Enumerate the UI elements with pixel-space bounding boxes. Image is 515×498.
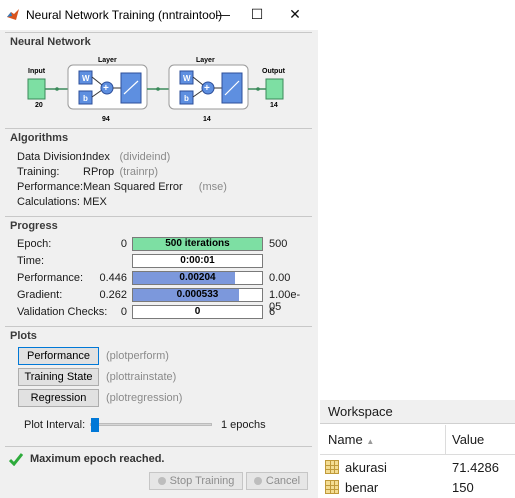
progress-label: Time: xyxy=(17,255,45,267)
progress-value: 0 xyxy=(194,306,201,317)
maximize-button[interactable]: ☐ xyxy=(246,4,268,24)
status-message: Maximum epoch reached. xyxy=(30,453,165,465)
progress-title: Progress xyxy=(10,220,58,232)
algorithm-label: Training: xyxy=(17,166,60,178)
network-diagram: Input 20 Layer W b + 94 Layer W b + 14 O… xyxy=(27,57,286,123)
cancel-button[interactable]: Cancel xyxy=(246,472,308,490)
progress-value: 0.000533 xyxy=(176,289,219,300)
variable-value: 150 xyxy=(452,480,474,495)
plot-interval-label: Plot Interval: xyxy=(24,419,86,431)
column-value-header[interactable]: Value xyxy=(446,425,515,455)
layer1-size: 94 xyxy=(102,116,110,123)
neural-network-title: Neural Network xyxy=(10,36,91,48)
layer2-size: 14 xyxy=(203,116,211,123)
svg-text:b: b xyxy=(83,94,88,103)
sort-ascending-icon: ▲ xyxy=(366,437,375,446)
variable-icon xyxy=(325,460,339,474)
workspace-panel: Workspace Name ▲ Value akurasi 71.4286 b… xyxy=(320,400,515,498)
output-block xyxy=(265,78,284,100)
progress-min: 0.446 xyxy=(99,272,127,284)
progress-min: 0.262 xyxy=(99,289,127,301)
algorithm-note: (divideind) xyxy=(119,151,171,163)
plot-interval-value: 1 epochs xyxy=(221,419,266,431)
status-area: Maximum epoch reached. Stop Training Can… xyxy=(5,446,312,498)
stop-icon xyxy=(157,477,166,485)
title-bar: Neural Network Training (nntraintool) — … xyxy=(0,0,318,30)
plot-training-state-button[interactable]: Training State xyxy=(18,368,99,386)
plot-interval-thumb[interactable] xyxy=(91,418,99,432)
input-label: Input xyxy=(28,68,46,75)
progress-bar: 500 iterations xyxy=(132,237,263,251)
minimize-button[interactable]: — xyxy=(212,4,234,24)
matlab-logo-icon xyxy=(7,9,19,20)
progress-min: 0 xyxy=(120,306,127,318)
algorithm-value: Mean Squared Error xyxy=(83,181,183,193)
progress-value: 0:00:01 xyxy=(180,255,215,266)
variable-value: 71.4286 xyxy=(452,460,499,475)
algorithms-panel: Algorithms Data Division: Index (divideind… xyxy=(5,128,312,214)
plot-interval-slider[interactable] xyxy=(90,418,212,432)
progress-max: 0.00 xyxy=(269,272,291,284)
column-name-header[interactable]: Name ▲ xyxy=(320,425,446,455)
cancel-label: Cancel xyxy=(265,475,301,487)
variable-name: akurasi xyxy=(345,460,387,475)
progress-value: 500 iterations xyxy=(165,238,230,249)
algorithm-label: Data Division: xyxy=(17,151,85,163)
nntraintool-window: Neural Network Training (nntraintool) — … xyxy=(0,0,318,498)
algorithm-value: Index xyxy=(83,151,110,163)
svg-text:W: W xyxy=(183,74,191,83)
progress-label: Gradient: xyxy=(17,289,63,301)
layer1-label: Layer xyxy=(98,57,117,64)
progress-label: Performance: xyxy=(17,272,84,284)
algorithm-label: Performance: xyxy=(17,181,84,193)
plots-panel: Plots Performance (plotperform) Training… xyxy=(5,326,312,444)
input-size: 20 xyxy=(35,102,43,109)
plot-performance-note: (plotperform) xyxy=(106,350,169,362)
workspace-row[interactable]: benar 150 xyxy=(320,478,515,498)
algorithm-value: RProp xyxy=(83,166,115,178)
stop-training-label: Stop Training xyxy=(169,475,235,487)
stop-training-button[interactable]: Stop Training xyxy=(149,472,243,490)
svg-text:+: + xyxy=(103,83,109,94)
plot-performance-button[interactable]: Performance xyxy=(18,347,99,365)
output-size: 14 xyxy=(270,102,278,109)
algorithms-title: Algorithms xyxy=(10,132,69,144)
svg-text:b: b xyxy=(184,94,189,103)
window-title: Neural Network Training (nntraintool) xyxy=(26,8,223,22)
plot-regression-button[interactable]: Regression xyxy=(18,389,99,407)
svg-text:+: + xyxy=(204,83,210,94)
workspace-row[interactable]: akurasi 71.4286 xyxy=(320,458,515,478)
variable-icon xyxy=(325,480,339,494)
algorithm-note: (mse) xyxy=(198,181,227,193)
close-button[interactable]: ✕ xyxy=(284,4,306,24)
workspace-header: Workspace xyxy=(320,400,515,424)
progress-bar: 0.00204 xyxy=(132,271,263,285)
variable-name: benar xyxy=(345,480,379,495)
cancel-icon xyxy=(253,477,262,485)
plots-title: Plots xyxy=(10,330,37,342)
input-block xyxy=(27,78,46,100)
algorithm-value: MEX xyxy=(83,196,107,208)
neural-network-panel: Neural Network Input 20 Layer W b + 94 L… xyxy=(5,32,312,126)
plot-regression-note: (plotregression) xyxy=(106,392,183,404)
progress-min: 0 xyxy=(120,238,127,250)
progress-label: Epoch: xyxy=(17,238,52,250)
progress-value: 0.00204 xyxy=(179,272,216,283)
checkmark-icon xyxy=(9,453,23,466)
svg-text:W: W xyxy=(82,74,90,83)
progress-max: 1.00e-05 xyxy=(269,289,301,313)
algorithm-label: Calculations: xyxy=(17,196,80,208)
plot-training-state-note: (plottrainstate) xyxy=(106,371,177,383)
progress-max: 500 xyxy=(269,238,288,250)
progress-panel: Progress Epoch: 0 500 iterations 500 Time: 0:… xyxy=(5,216,312,322)
progress-bar: 0 xyxy=(132,305,263,319)
algorithm-note: (trainrp) xyxy=(119,166,159,178)
layer2-label: Layer xyxy=(196,57,215,64)
progress-bar: 0:00:01 xyxy=(132,254,263,268)
workspace-title: Workspace xyxy=(328,404,393,419)
progress-bar: 0.000533 xyxy=(132,288,263,302)
progress-max: 6 xyxy=(269,306,276,318)
output-label: Output xyxy=(262,68,286,75)
